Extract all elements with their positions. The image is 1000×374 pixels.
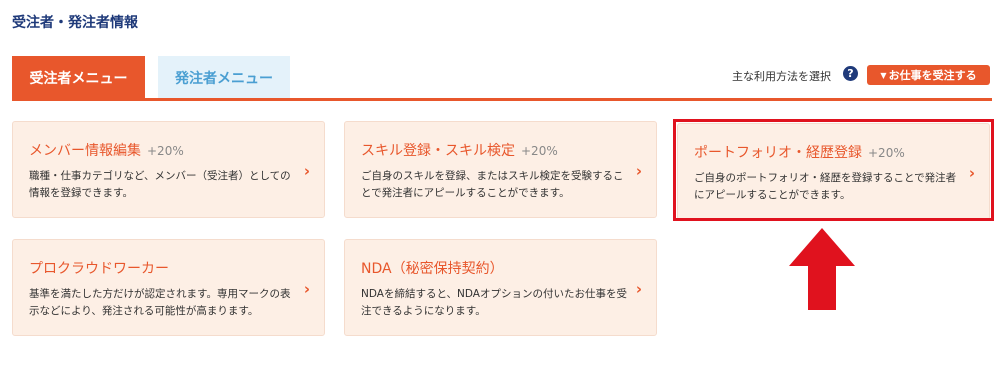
receive-work-button[interactable]: ▼ お仕事を受注する (867, 65, 990, 85)
card-title: スキル登録・スキル検定 +20% (361, 140, 558, 160)
chevron-right-icon: › (635, 162, 642, 180)
card-title: メンバー情報編集 +20% (29, 140, 184, 160)
tab-client-menu[interactable]: 発注者メニュー (158, 56, 290, 99)
help-icon[interactable]: ? (843, 66, 858, 81)
card-title-text: プロクラウドワーカー (29, 261, 169, 277)
highlight-box (673, 119, 994, 221)
card-description: NDAを締結すると、NDAオプションの付いたお仕事を受注できるようになります。 (361, 288, 627, 317)
card-title-text: NDA（秘密保持契約） (361, 261, 504, 277)
chevron-right-icon: › (303, 280, 310, 298)
caret-down-icon: ▼ (880, 70, 887, 80)
card-description: 職種・仕事カテゴリなど、メンバー（受注者）としての情報を登録できます。 (29, 170, 291, 199)
tab-underline (12, 98, 992, 101)
card-title-text: メンバー情報編集 (29, 143, 141, 159)
card-description: 基準を満たした方だけが認定されます。専用マークの表示などにより、発注される可能性… (29, 288, 291, 317)
card-title: プロクラウドワーカー (29, 258, 169, 278)
receive-work-button-label: お仕事を受注する (888, 69, 977, 82)
chevron-right-icon: › (303, 162, 310, 180)
chevron-right-icon: › (635, 280, 642, 298)
tab-contractor-menu[interactable]: 受注者メニュー (12, 56, 145, 99)
up-arrow-icon (789, 228, 855, 310)
usage-select-label: 主な利用方法を選択 (732, 70, 831, 83)
page-title: 受注者・発注者情報 (12, 15, 138, 31)
card-skill-register[interactable]: スキル登録・スキル検定 +20% ご自身のスキルを登録、またはスキル検定を受験する… (344, 121, 657, 218)
card-percent: +20% (521, 144, 558, 158)
card-pro-crowdworker[interactable]: プロクラウドワーカー 基準を満たした方だけが認定されます。専用マークの表示などに… (12, 239, 325, 336)
card-title: NDA（秘密保持契約） (361, 258, 504, 278)
card-description: ご自身のスキルを登録、またはスキル検定を受験することで発注者にアピールすることが… (361, 170, 624, 199)
card-percent: +20% (147, 144, 184, 158)
card-nda[interactable]: NDA（秘密保持契約） NDAを締結すると、NDAオプションの付いたお仕事を受注… (344, 239, 657, 336)
card-member-info[interactable]: メンバー情報編集 +20% 職種・仕事カテゴリなど、メンバー（受注者）としての情報… (12, 121, 325, 218)
card-title-text: スキル登録・スキル検定 (361, 143, 515, 159)
